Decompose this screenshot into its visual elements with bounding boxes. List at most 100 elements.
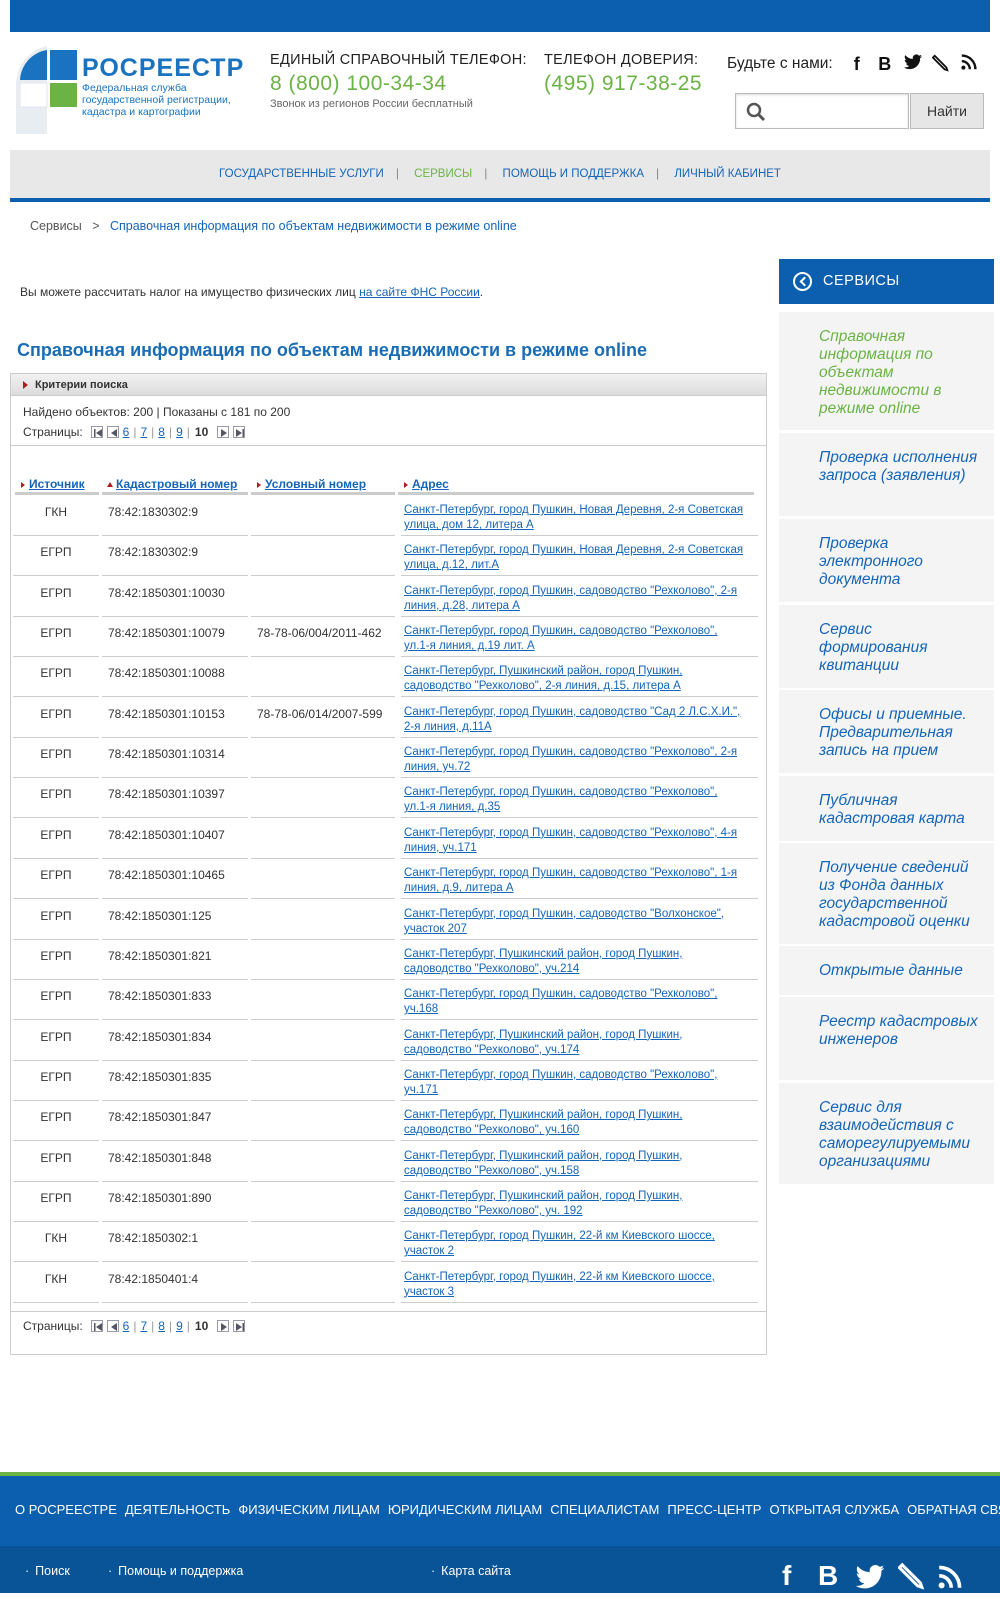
cell-source: ЕГРП (13, 903, 99, 940)
sidebar-title[interactable]: СЕРВИСЫ (779, 259, 994, 304)
footer-livejournal-icon[interactable] (897, 1562, 926, 1597)
social-links: Будьте с нами: f B (727, 54, 983, 74)
address-link[interactable]: Санкт-Петербург, город Пушкин, садоводст… (404, 705, 744, 735)
address-link[interactable]: Санкт-Петербург, Пушкинский район, город… (404, 664, 744, 694)
first-page-icon[interactable] (90, 1320, 103, 1332)
cell-conditional (251, 1024, 395, 1061)
cell-address: Санкт-Петербург, город Пушкин, 22-й км К… (401, 1225, 758, 1263)
cell-address: Санкт-Петербург, город Пушкин, Новая Дер… (401, 539, 758, 577)
vkontakte-icon[interactable]: B (871, 54, 899, 74)
livejournal-icon[interactable] (927, 54, 955, 74)
last-page-icon[interactable] (233, 1320, 246, 1332)
page-link[interactable]: 9 (176, 1319, 183, 1333)
sidebar-item[interactable]: Офисы и приемные. Предварительная запись… (779, 690, 994, 773)
address-link[interactable]: Санкт-Петербург, город Пушкин, садоводст… (404, 866, 744, 896)
sidebar-item[interactable]: Справочная информация по объектам недвиж… (779, 312, 994, 430)
page-link[interactable]: 8 (158, 1319, 165, 1333)
hotline: ЕДИНЫЙ СПРАВОЧНЫЙ ТЕЛЕФОН: 8 (800) 100-3… (270, 52, 527, 110)
footer-search-link[interactable]: Поиск (25, 1564, 70, 1578)
address-link[interactable]: Санкт-Петербург, город Пушкин, 22-й км К… (404, 1229, 744, 1259)
address-link[interactable]: Санкт-Петербург, город Пушкин, садоводст… (404, 624, 744, 654)
address-link[interactable]: Санкт-Петербург, город Пушкин, садоводст… (404, 1068, 744, 1098)
twitter-icon[interactable] (899, 54, 927, 74)
trust-number[interactable]: (495) 917-38-25 (544, 72, 702, 96)
footer-nav-item[interactable]: ЮРИДИЧЕСКИМ ЛИЦАМ (388, 1502, 542, 1517)
footer-nav-item[interactable]: О РОСРЕЕСТРЕ (15, 1502, 117, 1517)
footer-sitemap-link[interactable]: Карта сайта (431, 1564, 511, 1578)
footer-nav-item[interactable]: ПРЕСС-ЦЕНТР (667, 1502, 761, 1517)
breadcrumb-root[interactable]: Сервисы (30, 219, 82, 233)
footer-nav-item[interactable]: ОБРАТНАЯ СВЯЗЬ (907, 1502, 1000, 1517)
footer-bottom: Поиск Помощь и поддержка Карта сайта f B (0, 1546, 1000, 1593)
prev-page-icon[interactable] (106, 426, 119, 438)
col-source[interactable]: Источник (15, 477, 99, 495)
address-link[interactable]: Санкт-Петербург, город Пушкин, садоводст… (404, 584, 744, 614)
address-link[interactable]: Санкт-Петербург, город Пушкин, садоводст… (404, 745, 744, 775)
sidebar-item[interactable]: Сервис для взаимодействия с саморегулиру… (779, 1083, 994, 1184)
address-link[interactable]: Санкт-Петербург, Пушкинский район, город… (404, 1189, 744, 1219)
address-link[interactable]: Санкт-Петербург, Пушкинский район, город… (404, 1108, 744, 1138)
facebook-icon[interactable]: f (843, 54, 871, 74)
col-cadastral[interactable]: Кадастровый номер (102, 477, 248, 495)
expand-arrow-icon (23, 381, 28, 389)
footer-rss-icon[interactable] (938, 1564, 962, 1596)
last-page-icon[interactable] (233, 426, 246, 438)
page-link[interactable]: 6 (123, 1319, 130, 1333)
address-link[interactable]: Санкт-Петербург, Пушкинский район, город… (404, 1149, 744, 1179)
cell-conditional (251, 499, 395, 536)
address-link[interactable]: Санкт-Петербург, город Пушкин, садоводст… (404, 785, 744, 815)
sidebar-item[interactable]: Получение сведений из Фонда данных госуд… (779, 843, 994, 944)
col-conditional[interactable]: Условный номер (251, 477, 395, 495)
search-criteria-toggle[interactable]: Критерии поиска (11, 374, 766, 396)
footer-help-link[interactable]: Помощь и поддержка (108, 1564, 243, 1578)
back-arrow-icon[interactable] (793, 272, 812, 291)
sidebar-item[interactable]: Публичная кадастровая карта (779, 776, 994, 841)
page-link[interactable]: 7 (140, 425, 147, 439)
rss-icon[interactable] (955, 54, 983, 74)
address-link[interactable]: Санкт-Петербург, город Пушкин, Новая Дер… (404, 503, 744, 533)
address-link[interactable]: Санкт-Петербург, город Пушкин, садоводст… (404, 826, 744, 856)
footer-nav-item[interactable]: СПЕЦИАЛИСТАМ (550, 1502, 659, 1517)
logo[interactable]: РОСРЕЕСТР Федеральная служба государстве… (14, 44, 243, 136)
address-link[interactable]: Санкт-Петербург, город Пушкин, садоводст… (404, 907, 744, 937)
sidebar-item[interactable]: Проверка электронного документа (779, 519, 994, 602)
sidebar-item[interactable]: Реестр кадастровых инженеров (779, 997, 994, 1080)
address-link[interactable]: Санкт-Петербург, город Пушкин, Новая Дер… (404, 543, 744, 573)
hotline-label: ЕДИНЫЙ СПРАВОЧНЫЙ ТЕЛЕФОН: (270, 52, 527, 68)
breadcrumb-current[interactable]: Справочная информация по объектам недвиж… (110, 219, 517, 233)
search-button[interactable]: Найти (910, 93, 984, 129)
nav-item-services[interactable]: СЕРВИСЫ (402, 168, 484, 180)
tax-notice-end: . (479, 285, 484, 299)
address-link[interactable]: Санкт-Петербург, город Пушкин, садоводст… (404, 987, 744, 1017)
page-link[interactable]: 9 (176, 425, 183, 439)
sidebar-item[interactable]: Сервис формирования квитанции (779, 605, 994, 688)
footer-twitter-icon[interactable] (855, 1564, 885, 1596)
fns-link[interactable]: на сайте ФНС России (359, 285, 480, 299)
first-page-icon[interactable] (90, 426, 103, 438)
page-link[interactable]: 6 (123, 425, 130, 439)
hotline-number[interactable]: 8 (800) 100-34-34 (270, 72, 527, 96)
cell-conditional (251, 983, 395, 1021)
divider (11, 445, 766, 446)
nav-item-account[interactable]: ЛИЧНЫЙ КАБИНЕТ (662, 168, 793, 180)
address-link[interactable]: Санкт-Петербург, город Пушкин, 22-й км К… (404, 1270, 744, 1300)
footer-nav-item[interactable]: ДЕЯТЕЛЬНОСТЬ (125, 1502, 230, 1517)
col-address[interactable]: Адрес (398, 477, 754, 495)
nav-item-gov-services[interactable]: ГОСУДАРСТВЕННЫЕ УСЛУГИ (207, 168, 396, 180)
next-page-icon[interactable] (217, 426, 230, 438)
search-input[interactable] (776, 100, 901, 124)
next-page-icon[interactable] (217, 1320, 230, 1332)
address-link[interactable]: Санкт-Петербург, Пушкинский район, город… (404, 947, 744, 977)
sidebar-item[interactable]: Проверка исполнения запроса (заявления) (779, 433, 994, 516)
footer-nav-item[interactable]: ОТКРЫТАЯ СЛУЖБА (769, 1502, 899, 1517)
address-link[interactable]: Санкт-Петербург, Пушкинский район, город… (404, 1028, 744, 1058)
sidebar-item[interactable]: Открытые данные (779, 946, 994, 995)
prev-page-icon[interactable] (106, 1320, 119, 1332)
footer-facebook-icon[interactable]: f (782, 1560, 791, 1592)
page-link[interactable]: 7 (140, 1319, 147, 1333)
footer-vkontakte-icon[interactable]: B (818, 1560, 838, 1592)
nav-item-help[interactable]: ПОМОЩЬ И ПОДДЕРЖКА (491, 168, 656, 180)
footer-nav-item[interactable]: ФИЗИЧЕСКИМ ЛИЦАМ (238, 1502, 380, 1517)
page-link[interactable]: 8 (158, 425, 165, 439)
table-row: ЕГРП 78:42:1850301:10088 Санкт-Петербург, … (11, 658, 766, 699)
